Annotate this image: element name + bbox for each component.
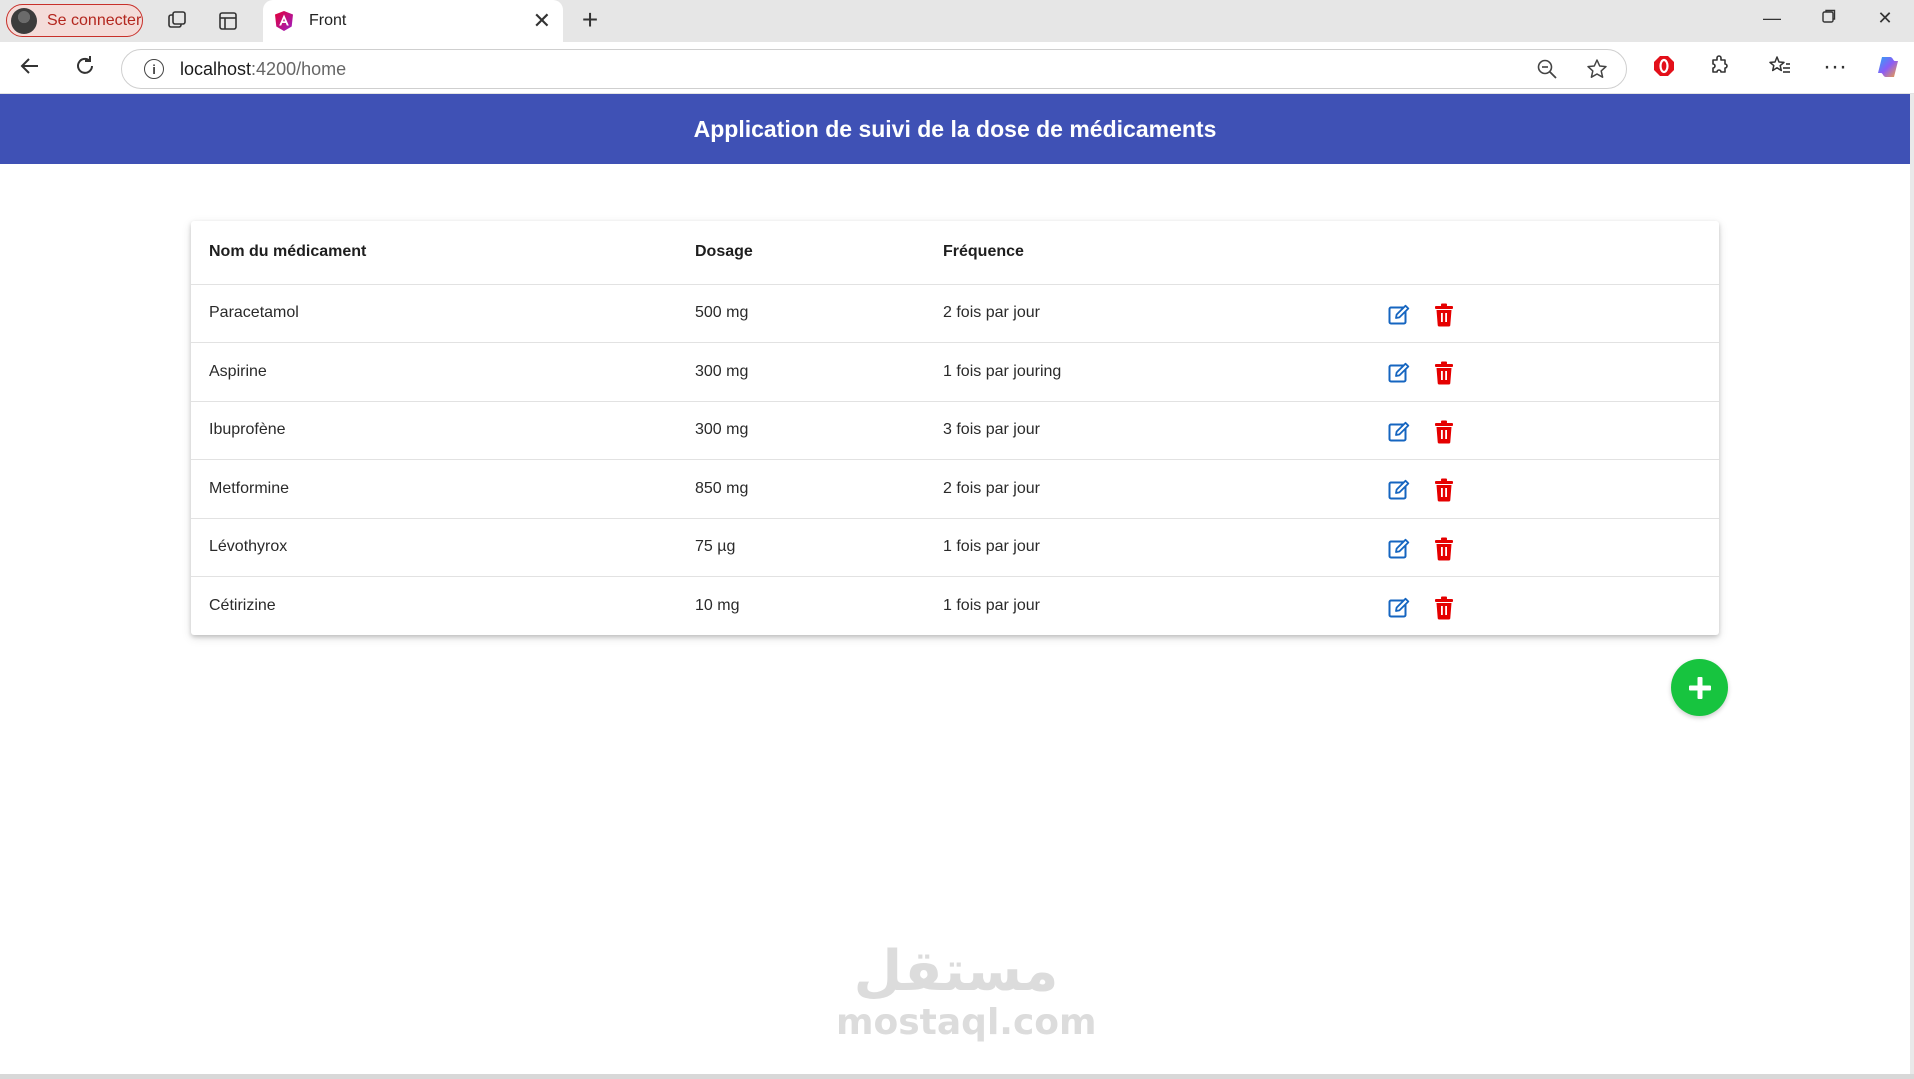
watermark-arabic: مستقل (853, 939, 1059, 1004)
back-arrow-icon[interactable] (16, 54, 44, 82)
cell-frequency: 2 fois par jour (943, 284, 1386, 343)
profile-button[interactable]: Se connecter (6, 4, 143, 37)
watermark: مستقل mostaql.com (836, 939, 1097, 1043)
cell-dosage: 850 mg (695, 459, 943, 519)
edit-icon[interactable] (1386, 302, 1412, 328)
adblock-extension-icon[interactable] (1650, 54, 1678, 82)
table-row: Cétirizine 10 mg 1 fois par jour (191, 577, 1719, 636)
edit-icon[interactable] (1386, 536, 1412, 562)
header-dosage: Dosage (695, 221, 943, 285)
workspaces-icon[interactable] (163, 7, 191, 35)
edit-icon[interactable] (1386, 419, 1412, 445)
delete-icon[interactable] (1431, 360, 1457, 386)
cell-actions (1386, 459, 1719, 519)
browser-toolbar: i localhost:4200/home ··· (0, 42, 1914, 94)
cell-medication-name: Ibuprofène (191, 401, 695, 460)
close-window-icon[interactable]: ✕ (1873, 8, 1897, 29)
restore-icon[interactable] (1817, 8, 1841, 29)
cell-medication-name: Paracetamol (191, 284, 695, 343)
cell-dosage: 500 mg (695, 284, 943, 343)
more-menu-icon[interactable]: ··· (1821, 54, 1849, 82)
new-tab-icon[interactable]: + (575, 6, 605, 36)
favorites-list-icon[interactable] (1766, 54, 1794, 82)
cell-frequency: 2 fois par jour (943, 459, 1386, 519)
medications-table-card: Nom du médicament Dosage Fréquence Parac… (191, 221, 1719, 635)
edit-icon[interactable] (1386, 360, 1412, 386)
minimize-icon[interactable]: — (1760, 8, 1784, 29)
tab-close-icon[interactable]: ✕ (533, 8, 551, 34)
table-row: Aspirine 300 mg 1 fois par jouring (191, 342, 1719, 402)
edit-icon[interactable] (1386, 477, 1412, 503)
cell-medication-name: Metformine (191, 459, 695, 519)
address-bar[interactable]: i localhost:4200/home (121, 49, 1627, 89)
edit-icon[interactable] (1386, 595, 1412, 621)
cell-actions (1386, 342, 1719, 402)
url-host: localhost (180, 58, 252, 79)
app-header: Application de suivi de la dose de médic… (0, 94, 1910, 164)
extensions-icon[interactable] (1706, 54, 1734, 82)
cell-dosage: 300 mg (695, 401, 943, 460)
profile-label: Se connecter (47, 11, 142, 29)
profile-avatar (11, 7, 37, 34)
url-path: :4200/home (251, 58, 347, 79)
cell-medication-name: Lévothyrox (191, 518, 695, 577)
delete-icon[interactable] (1431, 536, 1457, 562)
scrollbar[interactable] (1910, 94, 1914, 1074)
copilot-icon[interactable] (1874, 54, 1902, 82)
table-row: Ibuprofène 300 mg 3 fois par jour (191, 401, 1719, 460)
app-title: Application de suivi de la dose de médic… (693, 115, 1217, 142)
cell-frequency: 1 fois par jour (943, 597, 1040, 614)
table-row: Metformine 850 mg 2 fois par jour (191, 459, 1719, 519)
cell-actions (1386, 518, 1719, 577)
table-row: Lévothyrox 75 µg 1 fois par jour (191, 518, 1719, 577)
browser-tab-bar: Se connecter Front ✕ + — ✕ (0, 0, 1914, 42)
site-info-icon[interactable]: i (144, 59, 164, 79)
cell-frequency: 3 fois par jour (943, 401, 1386, 460)
cell-actions (1386, 577, 1719, 636)
delete-icon[interactable] (1431, 302, 1457, 328)
cell-actions (1386, 401, 1719, 460)
medications-table: Nom du médicament Dosage Fréquence Parac… (191, 221, 1719, 635)
cell-frequency: 1 fois par jour (943, 518, 1386, 577)
zoom-out-icon[interactable] (1534, 58, 1560, 84)
cell-dosage: 10 mg (695, 597, 740, 614)
cell-dosage: 300 mg (695, 342, 943, 402)
plus-icon (1688, 676, 1711, 699)
cell-medication-name: Aspirine (191, 342, 695, 402)
table-row: Paracetamol 500 mg 2 fois par jour (191, 284, 1719, 343)
watermark-latin: mostaql.com (836, 1002, 1097, 1043)
add-medication-button[interactable] (1671, 659, 1728, 716)
angular-favicon-icon (275, 11, 293, 31)
table-header-row: Nom du médicament Dosage Fréquence (191, 221, 1719, 285)
header-actions (1386, 221, 1719, 285)
header-frequency: Fréquence (943, 221, 1386, 285)
cell-medication-name: Cétirizine (209, 597, 276, 614)
tab-front[interactable]: Front ✕ (263, 0, 563, 42)
reload-icon[interactable] (71, 54, 99, 82)
delete-icon[interactable] (1431, 419, 1457, 445)
tab-title: Front (309, 12, 347, 29)
cell-frequency: 1 fois par jouring (943, 342, 1386, 402)
cell-dosage: 75 µg (695, 518, 943, 577)
delete-icon[interactable] (1431, 477, 1457, 503)
header-medication-name: Nom du médicament (191, 221, 695, 285)
delete-icon[interactable] (1431, 595, 1457, 621)
favorite-star-icon[interactable] (1584, 58, 1610, 84)
vertical-tabs-icon[interactable] (214, 7, 242, 35)
cell-actions (1386, 284, 1719, 343)
window-bottom-edge (0, 1074, 1914, 1079)
